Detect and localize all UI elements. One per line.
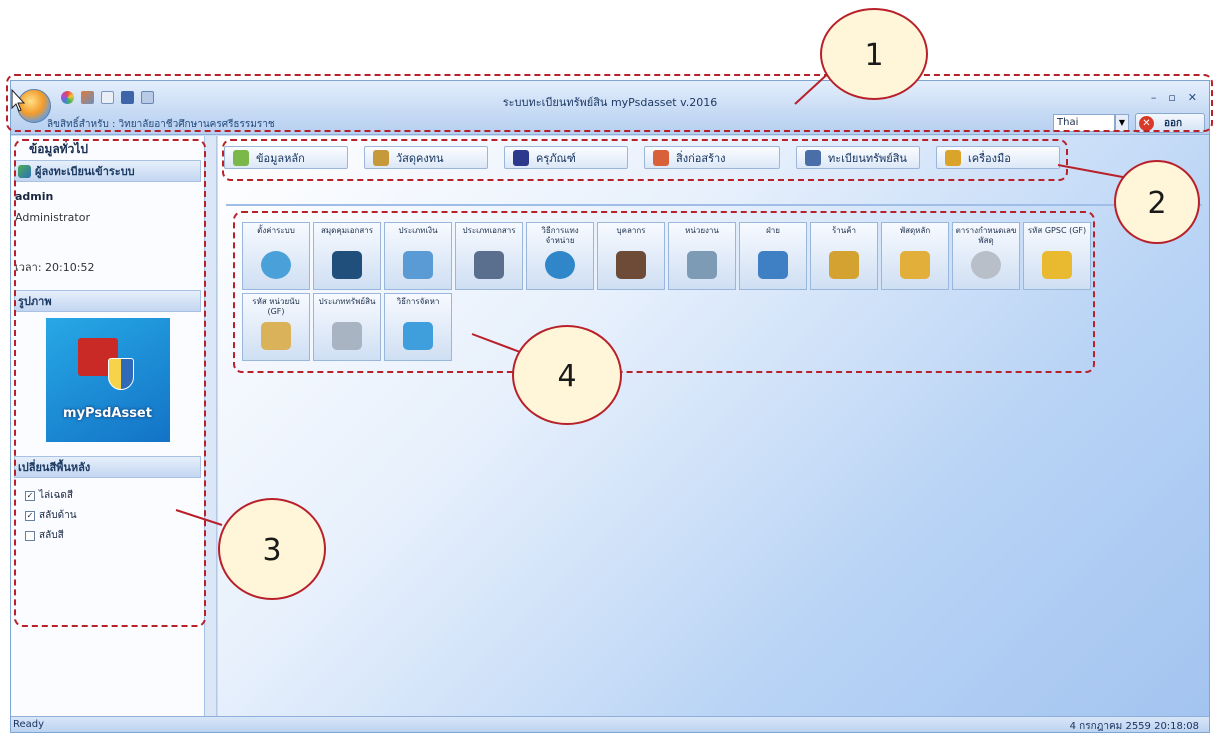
status-bar: Ready 4 กรกฎาคม 2559 20:18:08	[11, 716, 1209, 732]
toolbar-divider	[226, 204, 1202, 206]
status-text: Ready	[13, 719, 45, 730]
annotation-bubble-2: 2	[1114, 160, 1200, 244]
annotation-box-1	[6, 74, 1213, 132]
annotation-box-2	[222, 139, 1068, 181]
annotation-bubble-1: 1	[820, 8, 928, 100]
panel-splitter[interactable]	[205, 136, 217, 716]
annotation-box-3	[14, 139, 206, 627]
status-datetime: 4 กรกฎาคม 2559 20:18:08	[1069, 721, 1199, 732]
annotation-bubble-4: 4	[512, 325, 622, 425]
screenshot-stage: ระบบทะเบียนทรัพย์สิน myPsdasset v.2016 –…	[0, 0, 1217, 733]
annotation-box-4	[233, 211, 1095, 373]
annotation-bubble-3: 3	[218, 498, 326, 600]
